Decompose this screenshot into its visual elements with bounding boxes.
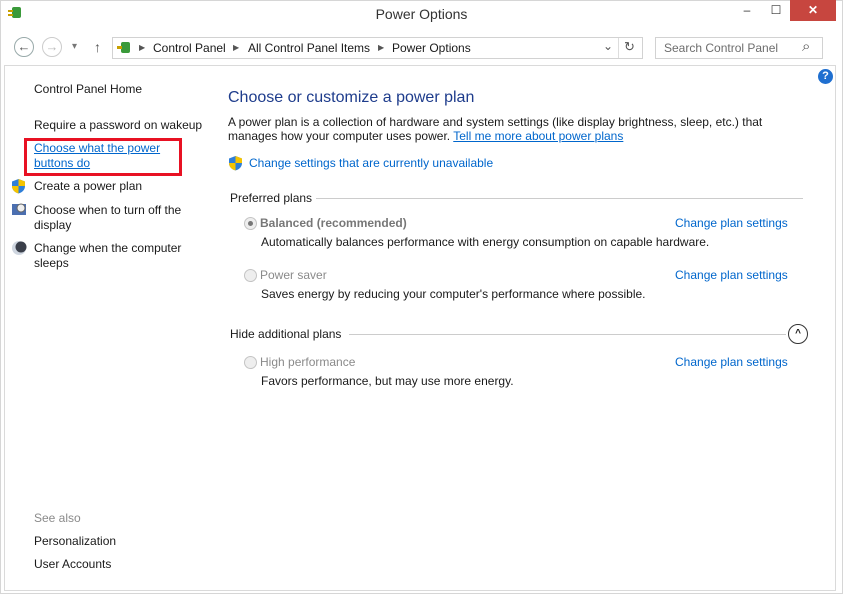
shield-icon [11, 178, 26, 197]
plan-name-high-performance[interactable]: High performance [260, 355, 355, 369]
plan-name-balanced[interactable]: Balanced (recommended) [260, 216, 407, 230]
preferred-plans-header: Preferred plans [230, 191, 313, 205]
search-input[interactable]: Search Control Panel [655, 37, 823, 59]
breadcrumb-separator: ▶ [139, 43, 146, 52]
sidebar-item-display-off[interactable]: Choose when to turn off the display [34, 203, 194, 233]
moon-icon [11, 240, 27, 259]
hide-additional-plans-header[interactable]: Hide additional plans [230, 327, 341, 341]
back-button[interactable]: ← [14, 37, 34, 57]
forward-button[interactable]: → [42, 37, 62, 57]
see-also-personalization[interactable]: Personalization [34, 534, 116, 548]
divider [618, 38, 619, 58]
sidebar-item-require-password[interactable]: Require a password on wakeup [34, 118, 202, 132]
collapse-chevron-up-icon[interactable]: ^ [788, 324, 808, 344]
close-button[interactable]: ✕ [790, 0, 836, 21]
change-plan-settings-balanced[interactable]: Change plan settings [675, 216, 788, 230]
breadcrumb-separator: ▶ [233, 43, 240, 52]
see-also-user-accounts[interactable]: User Accounts [34, 557, 111, 571]
maximize-button[interactable]: ☐ [762, 0, 790, 21]
tell-me-more-link[interactable]: Tell me more about power plans [453, 129, 623, 143]
power-saver-radio[interactable] [244, 269, 257, 282]
plan-name-power-saver[interactable]: Power saver [260, 268, 327, 282]
sidebar-item-sleep[interactable]: Change when the computer sleeps [34, 241, 194, 271]
breadcrumb-all-items[interactable]: All Control Panel Items [248, 41, 370, 55]
plan-description-balanced: Automatically balances performance with … [261, 235, 710, 249]
see-also-label: See also [34, 511, 81, 525]
sidebar-item-power-buttons[interactable]: Choose what the power buttons do [34, 141, 174, 171]
page-description: A power plan is a collection of hardware… [228, 115, 813, 143]
shield-icon [228, 155, 243, 174]
search-icon[interactable]: ⌕ [802, 38, 810, 55]
plan-description-power-saver: Saves energy by reducing your computer's… [261, 287, 646, 301]
balanced-radio[interactable] [244, 217, 257, 230]
control-panel-icon [116, 39, 132, 55]
sidebar-item-create-plan[interactable]: Create a power plan [34, 179, 142, 193]
monitor-clock-icon [11, 202, 27, 221]
page-title: Choose or customize a power plan [228, 89, 475, 106]
breadcrumb-power-options[interactable]: Power Options [392, 41, 471, 55]
plan-description-high-performance: Favors performance, but may use more ene… [261, 374, 514, 388]
recent-locations-button[interactable]: ▾ [72, 41, 77, 52]
change-unavailable-settings-link[interactable]: Change settings that are currently unava… [249, 156, 493, 170]
divider [316, 198, 803, 199]
minimize-button[interactable]: ‒ [733, 0, 761, 21]
refresh-button[interactable]: ↻ [624, 39, 635, 55]
breadcrumb-separator: ▶ [378, 43, 385, 52]
change-plan-settings-power-saver[interactable]: Change plan settings [675, 268, 788, 282]
address-dropdown-icon[interactable]: ⌄ [603, 39, 613, 53]
up-button[interactable]: ↑ [94, 39, 101, 55]
breadcrumb-control-panel[interactable]: Control Panel [153, 41, 226, 55]
high-performance-radio[interactable] [244, 356, 257, 369]
change-plan-settings-high-performance[interactable]: Change plan settings [675, 355, 788, 369]
sidebar-control-panel-home[interactable]: Control Panel Home [34, 82, 142, 96]
help-icon[interactable]: ? [818, 69, 833, 84]
divider [349, 334, 786, 335]
window-title: Power Options [375, 6, 468, 22]
